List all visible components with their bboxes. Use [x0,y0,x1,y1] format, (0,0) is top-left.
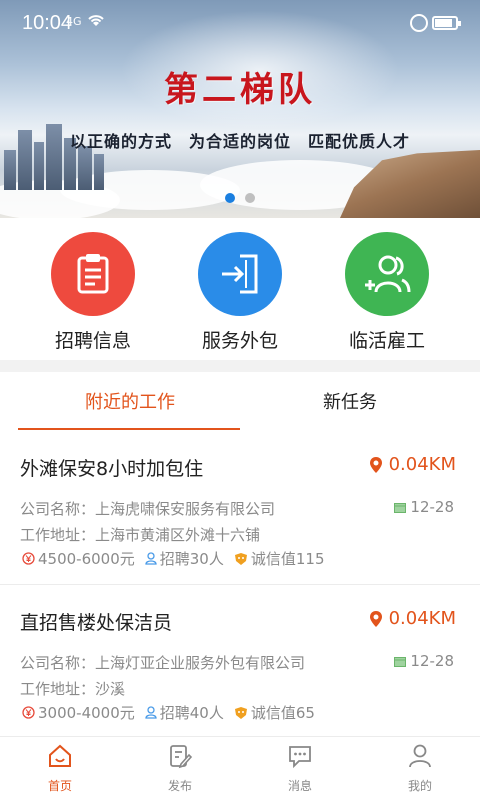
wifi-icon [88,15,104,26]
salary-value: 4500-6000元 [38,550,135,568]
calendar-icon [394,502,407,513]
credit-tag: 诚信值115 [234,548,325,569]
nav-publish[interactable]: 发布 [120,743,240,794]
credit-value: 诚信值115 [250,550,325,568]
salary-tag: 3000-4000元 [22,702,135,723]
battery-level [435,19,452,27]
nav-home[interactable]: 首页 [0,743,120,794]
job-tags: 4500-6000元 招聘30人 诚信值115 [22,548,325,569]
door-enter-icon [222,254,258,294]
job-title: 直招售楼处保洁员 [20,612,173,634]
category-outsourcing[interactable]: 服务外包 [180,232,300,353]
banner-rock [340,150,480,218]
message-icon [289,746,311,769]
rotation-lock-icon [410,14,428,32]
job-tags: 3000-4000元 招聘40人 诚信值65 [22,702,315,723]
job-distance: 0.04KM [369,454,456,475]
job-date: 12-28 [394,652,454,670]
category-icon-circle [198,232,282,316]
nav-label: 发布 [167,779,192,793]
battery-icon [432,16,461,30]
calendar-icon [394,656,407,667]
job-title: 外滩保安8小时加包住 [20,458,204,480]
banner-title: 第二梯队 [164,70,316,110]
job-address: 工作地址：沙溪 [20,680,126,698]
salary-value: 3000-4000元 [38,704,135,722]
banner-slogan: 以正确的方式 为合适的岗位 匹配优质人才 [69,132,410,151]
clipboard-icon [77,254,109,294]
carousel-dot[interactable] [225,193,235,203]
nav-label: 消息 [287,779,312,793]
nav-profile[interactable]: 我的 [360,743,480,794]
category-temp-labor[interactable]: 临活雇工 [327,232,447,353]
category-row: 招聘信息 服务外包 临活雇工 [0,218,480,360]
category-label: 服务外包 [201,330,278,352]
category-label: 临活雇工 [348,330,425,352]
date-value: 12-28 [410,652,454,670]
job-distance: 0.04KM [369,608,456,629]
bottom-nav: 首页 发布 消息 我的 [0,736,480,800]
section-divider [0,360,480,372]
tab-active-indicator [18,428,240,430]
credit-tag: 诚信值65 [234,702,315,723]
signal-icon: 4G [66,15,82,28]
status-bar: 10:04 4G [0,0,480,48]
location-pin-icon [369,610,382,627]
job-card[interactable]: 直招售楼处保洁员 0.04KM 公司名称：上海灯亚企业服务外包有限公司 12-2… [0,608,480,734]
tab-nearby-jobs[interactable]: 附近的工作 [10,388,250,414]
distance-value: 0.04KM [388,454,456,475]
category-icon-circle [51,232,135,316]
credit-badge-icon [234,552,247,565]
category-label: 招聘信息 [54,330,131,352]
job-tabs: 附近的工作 新任务 [0,372,480,432]
tab-new-tasks[interactable]: 新任务 [230,388,470,414]
carousel-indicator [0,188,480,207]
location-pin-icon [369,456,382,473]
recruit-tag: 招聘40人 [145,702,224,723]
job-company: 公司名称：上海灯亚企业服务外包有限公司 [20,654,306,672]
nav-label: 首页 [47,779,72,793]
carousel-dot[interactable] [245,193,255,203]
person-icon [145,552,157,565]
category-recruitment[interactable]: 招聘信息 [33,232,153,353]
yuan-icon [22,552,35,565]
recruit-tag: 招聘30人 [145,548,224,569]
category-icon-circle [345,232,429,316]
recruit-value: 招聘40人 [159,704,224,722]
job-company: 公司名称：上海虎啸保安服务有限公司 [20,500,276,518]
date-value: 12-28 [410,498,454,516]
job-address: 工作地址：上海市黄浦区外滩十六铺 [20,526,261,544]
home-icon [49,744,71,767]
credit-badge-icon [234,706,247,719]
banner-carousel[interactable]: 10:04 4G 第二梯队 以正确的方式 为合适的岗位 匹配优质人才 [0,0,480,218]
credit-value: 诚信值65 [250,704,315,722]
user-icon [409,744,431,768]
yuan-icon [22,706,35,719]
status-time: 10:04 [22,12,73,34]
person-icon [145,706,157,719]
job-date: 12-28 [394,498,454,516]
nav-label: 我的 [407,779,432,793]
salary-tag: 4500-6000元 [22,548,135,569]
add-user-icon [365,255,411,293]
job-separator [0,584,480,585]
distance-value: 0.04KM [388,608,456,629]
edit-icon [170,745,193,769]
nav-messages[interactable]: 消息 [240,743,360,794]
job-card[interactable]: 外滩保安8小时加包住 0.04KM 公司名称：上海虎啸保安服务有限公司 12-2… [0,454,480,584]
recruit-value: 招聘30人 [159,550,224,568]
